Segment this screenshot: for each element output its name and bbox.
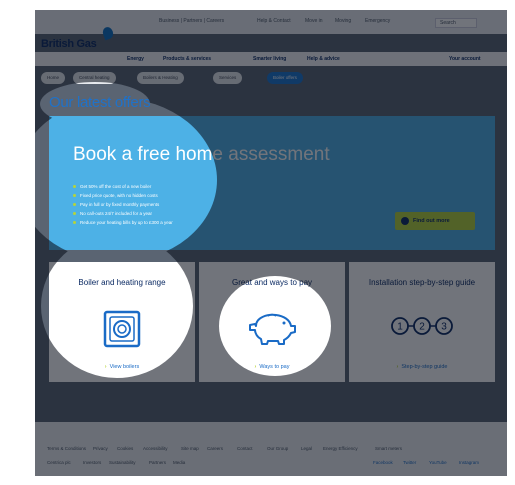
facebook-icon[interactable]: Facebook — [373, 460, 393, 465]
footer-link[interactable]: Our Group — [267, 446, 288, 451]
footer-link[interactable]: Careers — [207, 446, 223, 451]
card-title: Installation step-by-step guide — [368, 278, 476, 287]
find-out-more-button[interactable]: Find out more — [395, 212, 475, 230]
list-item: Fixed price quote, with no hidden costs — [73, 191, 173, 200]
list-item: Reduce your heating bills by up to £300 … — [73, 218, 173, 227]
tab-boilers-heating[interactable]: Boilers & Heating — [137, 72, 184, 84]
nav-products[interactable]: Products & services — [163, 56, 211, 62]
top-link-move-in[interactable]: Move in — [305, 18, 323, 24]
footer-link[interactable]: Centrica plc — [47, 460, 71, 465]
logo-text: British Gas — [41, 38, 97, 50]
top-link-emergency[interactable]: Emergency — [365, 18, 390, 24]
footer-link[interactable]: Investors — [83, 460, 101, 465]
footer-link[interactable]: Legal — [301, 446, 312, 451]
footer-link[interactable]: Accessibility — [143, 446, 168, 451]
step-2-label: 2 — [419, 322, 425, 333]
footer-link[interactable]: Privacy — [93, 446, 108, 451]
card-boiler-range[interactable]: Boiler and heating range View boilers — [49, 262, 195, 382]
footer: Terms & Conditions Privacy Cookies Acces… — [35, 422, 507, 476]
step-3-label: 3 — [441, 322, 447, 333]
footer-link[interactable]: Energy Efficiency — [323, 446, 358, 451]
boiler-icon — [103, 310, 141, 353]
twitter-icon[interactable]: Twitter — [403, 460, 416, 465]
nav-help-advice[interactable]: Help & advice — [307, 56, 340, 62]
card-title: Great and ways to pay — [231, 278, 313, 287]
tab-boiler-offers[interactable]: Boiler offers — [267, 72, 303, 84]
instagram-icon[interactable]: Instagram — [459, 460, 479, 465]
nav-energy[interactable]: Energy — [127, 56, 144, 62]
footer-link[interactable]: Partners — [149, 460, 166, 465]
youtube-icon[interactable]: YouTube — [429, 460, 447, 465]
steps-icon: 1 2 3 — [390, 316, 454, 341]
list-item: No call-outs 24/7 included for a year — [73, 209, 173, 218]
page-title: Our latest offers — [49, 94, 151, 111]
hero-title: Book a free home assessment — [73, 144, 330, 165]
british-gas-logo[interactable]: British Gas — [41, 25, 115, 50]
step-1-label: 1 — [397, 322, 403, 333]
list-item: Pay in full or by fixed monthly payments — [73, 200, 173, 209]
footer-link[interactable]: Contact — [237, 446, 253, 451]
search-input[interactable]: Search — [435, 18, 477, 28]
tab-services[interactable]: Services — [213, 72, 243, 84]
cta-label: Find out more — [413, 218, 450, 224]
top-link-business[interactable]: Business | Partners | Careers — [159, 18, 224, 24]
card-title: Boiler and heating range — [78, 278, 166, 287]
top-link-moving[interactable]: Moving — [335, 18, 351, 24]
view-boilers-link[interactable]: View boilers — [49, 364, 195, 370]
card-ways-to-pay[interactable]: Great and ways to pay Ways to pay — [199, 262, 345, 382]
top-link-help[interactable]: Help & Contact — [257, 18, 291, 24]
footer-link[interactable]: Terms & Conditions — [47, 446, 86, 451]
nav-your-account[interactable]: Your account — [449, 56, 481, 62]
footer-link[interactable]: Media — [173, 460, 185, 465]
browser-page: Business | Partners | Careers Help & Con… — [35, 10, 507, 476]
ways-to-pay-link[interactable]: Ways to pay — [199, 364, 345, 370]
list-item: Get 50% off the cost of a new boiler — [73, 182, 173, 191]
footer-link[interactable]: Sustainability — [109, 460, 136, 465]
tab-central-heating[interactable]: Central heating — [73, 72, 116, 84]
card-installation-guide[interactable]: Installation step-by-step guide 1 2 3 St… — [349, 262, 495, 382]
arrow-right-icon — [401, 217, 409, 225]
footer-link[interactable]: Site map — [181, 446, 199, 451]
tab-home[interactable]: Home — [41, 72, 66, 84]
piggy-bank-icon — [246, 310, 298, 351]
hero-benefits-list: Get 50% off the cost of a new boiler Fix… — [73, 182, 173, 227]
main-navigation: Energy Products & services Smarter livin… — [35, 52, 507, 66]
step-by-step-guide-link[interactable]: Step-by-step guide — [349, 364, 495, 370]
nav-smarter-living[interactable]: Smarter living — [253, 56, 286, 62]
footer-link[interactable]: Cookies — [117, 446, 133, 451]
footer-link[interactable]: Smart meters — [375, 446, 402, 451]
hero-banner[interactable]: Book a free home assessment Get 50% off … — [49, 116, 495, 250]
